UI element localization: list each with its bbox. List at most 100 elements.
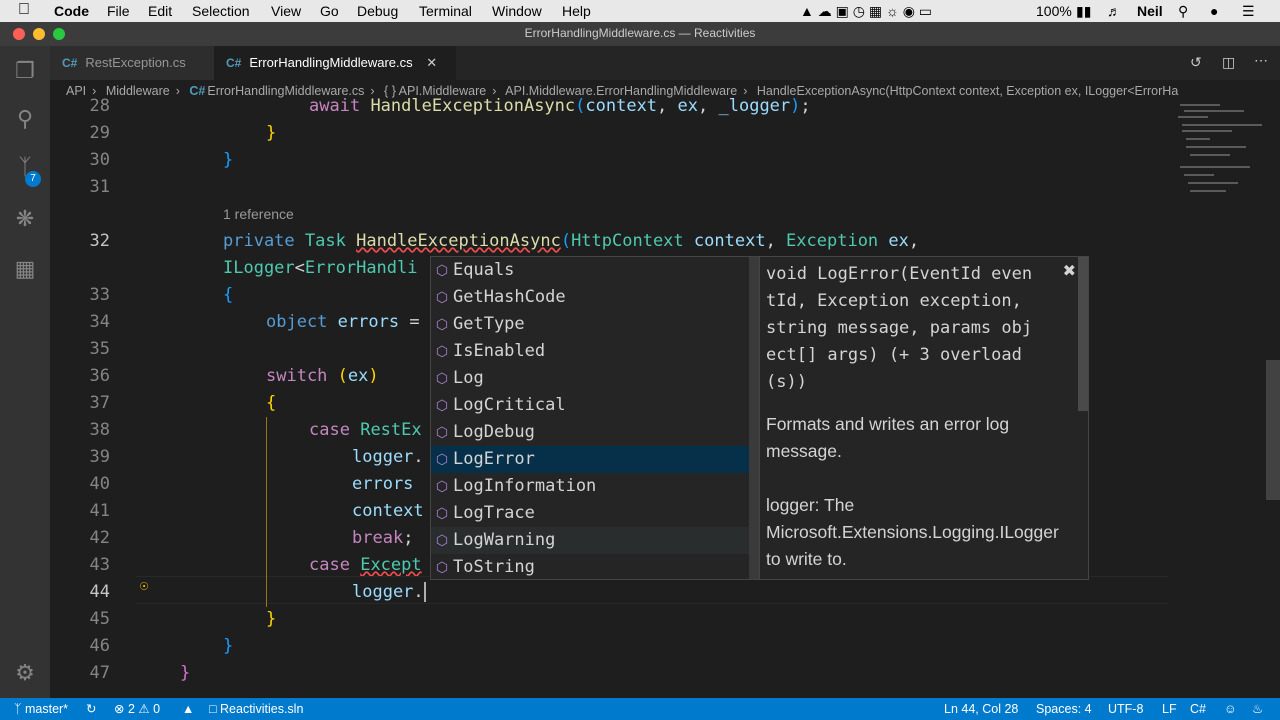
solution-selector[interactable]: □ Reactivities.sln [209,698,303,720]
code-line: } [266,123,277,143]
cursor-position[interactable]: Ln 44, Col 28 [944,698,1018,720]
branch-icon: ᛉ [14,702,25,716]
code-line: logger. [352,582,426,602]
code-line: { [223,285,234,305]
close-tab-icon[interactable]: ✕ [426,55,437,70]
encoding[interactable]: UTF-8 [1108,698,1143,720]
method-cube-icon: ⬡ [435,371,449,387]
codelens-references[interactable]: 1 reference [223,206,294,222]
code-line: break; [352,528,414,548]
line-number: 32 [89,231,110,251]
editor-scrollbar[interactable] [1266,360,1280,500]
git-branch[interactable]: ᛉ master* [14,698,68,720]
battery-icon[interactable]: ▮▮ [1076,3,1091,20]
suggestion-item[interactable]: ⬡ Equals [431,257,749,284]
menu-app-name[interactable]: Code [54,3,89,19]
status-bar: ᛉ master* ↻ ⊗ 2 ⚠ 0 ▲ □ Reactivities.sln… [0,698,1280,720]
code-line: private Task HandleExceptionAsync(HttpCo… [223,231,920,251]
suggestion-item[interactable]: ⬡ Log [431,365,749,392]
menu-debug[interactable]: Debug [357,3,398,19]
sync-icon[interactable]: ↻ [86,698,96,720]
suggestion-item[interactable]: ⬡ IsEnabled [431,338,749,365]
tab-rest-exception[interactable]: C# RestException.cs [50,46,222,80]
split-editor-icon[interactable]: ◫ [1222,54,1235,71]
code-line: context [352,501,424,521]
search-icon[interactable]: ⚲ [12,106,38,132]
line-number: 44 [89,582,110,602]
menu-view[interactable]: View [271,3,301,19]
line-number: 46 [89,636,110,656]
notifications-bell-icon[interactable]: ♨ [1252,698,1263,720]
feedback-smiley-icon[interactable]: ☺ [1224,698,1237,720]
menu-selection[interactable]: Selection [192,3,250,19]
notification-center-icon[interactable]: ☰ [1242,3,1255,20]
line-number: 36 [89,366,110,386]
line-number: 38 [89,420,110,440]
tab-label: ErrorHandlingMiddleware.cs [249,55,413,70]
suggestion-item[interactable]: ⬡ LogDebug [431,419,749,446]
apple-icon[interactable]:  [18,1,30,19]
user-name[interactable]: Neil [1137,3,1163,19]
open-changes-icon[interactable]: ↺ [1190,54,1202,71]
omnisharp-flame-icon[interactable]: ▲ [182,698,194,720]
method-cube-icon: ⬡ [435,533,449,549]
line-number: 40 [89,474,110,494]
debug-icon[interactable]: ❋ [12,206,38,232]
tab-label: RestException.cs [85,55,186,70]
minimap[interactable] [1170,100,1270,210]
menu-file[interactable]: File [107,3,130,19]
suggestion-item[interactable]: ⬡ LogWarning [431,527,749,554]
method-cube-icon: ⬡ [435,398,449,414]
status-menu-icons[interactable]: ▲ ☁ ▣ ◷ ▦ ☼ ◉ ▭ [800,3,932,20]
code-line: } [223,150,234,170]
extensions-icon[interactable]: ▦ [12,256,38,282]
end-of-line[interactable]: LF [1162,698,1177,720]
csharp-file-icon: C# [62,56,78,70]
problems-indicator[interactable]: ⊗ 2 ⚠ 0 [114,698,160,720]
explorer-files-icon[interactable]: ❐ [12,58,38,84]
suggestion-item[interactable]: ⬡ GetType [431,311,749,338]
method-cube-icon: ⬡ [435,479,449,495]
suggestion-item[interactable]: ⬡ ToString [431,554,749,581]
source-control-badge: 7 [25,171,41,187]
line-number: 29 [89,123,110,143]
details-scrollbar[interactable] [1078,257,1088,411]
line-number: 30 [89,150,110,170]
line-number: 39 [89,447,110,467]
method-cube-icon: ⬡ [435,263,449,279]
close-details-icon[interactable]: ✖ [1063,261,1076,281]
indentation[interactable]: Spaces: 4 [1036,698,1092,720]
menu-go[interactable]: Go [320,3,339,19]
more-actions-icon[interactable]: ⋯ [1254,52,1268,69]
suggestion-widget: ⬡ Equals ⬡ GetHashCode ⬡ GetType ⬡ IsEnabled… [430,256,760,580]
tab-error-handling-middleware[interactable]: C# ErrorHandlingMiddleware.cs ✕ [214,46,456,80]
suggestion-item-selected[interactable]: ⬡ LogError [431,446,749,473]
volume-icon[interactable]: ♬ [1107,3,1121,19]
suggestion-item[interactable]: ⬡ GetHashCode [431,284,749,311]
lightbulb-icon[interactable]: ☉ [140,578,148,594]
line-number: 47 [89,663,110,683]
folder-icon: □ [209,702,221,716]
suggestion-item[interactable]: ⬡ LogCritical [431,392,749,419]
siri-icon[interactable]: ● [1210,3,1218,19]
menu-edit[interactable]: Edit [148,3,172,19]
menu-window[interactable]: Window [492,3,542,19]
code-line: ILogger<ErrorHandli [223,258,418,278]
line-number: 43 [89,555,110,575]
spotlight-search-icon[interactable]: ⚲ [1178,3,1188,20]
suggestion-item[interactable]: ⬡ LogTrace [431,500,749,527]
mac-menubar:  Code File Edit Selection View Go Debug… [0,0,1280,22]
code-line: } [223,636,234,656]
menu-help[interactable]: Help [562,3,591,19]
code-line: } [180,663,191,683]
language-mode[interactable]: C# [1190,698,1206,720]
suggestion-scrollbar[interactable] [749,257,759,579]
method-cube-icon: ⬡ [435,344,449,360]
menu-terminal[interactable]: Terminal [419,3,472,19]
suggestion-item[interactable]: ⬡ LogInformation [431,473,749,500]
code-line: case Except [309,555,422,575]
settings-gear-icon[interactable]: ⚙ [12,660,38,686]
battery-percentage: 100% [1036,3,1072,19]
method-signature: void LogError(EventId even tId, Exceptio… [766,264,1033,392]
code-line: logger. [352,447,424,467]
